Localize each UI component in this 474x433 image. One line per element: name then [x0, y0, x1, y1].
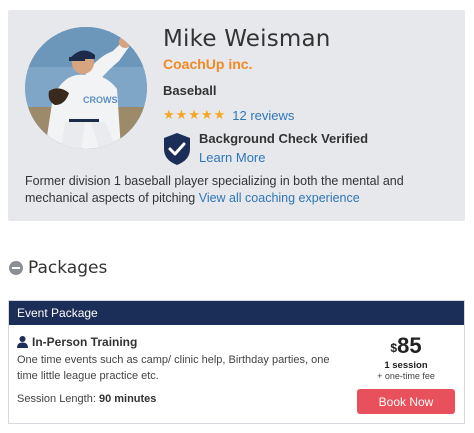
background-check-label: Background Check Verified	[199, 131, 369, 146]
book-now-button[interactable]: Book Now	[357, 389, 455, 414]
svg-text:CROWS: CROWS	[83, 95, 118, 105]
coach-name: Mike Weisman	[163, 26, 331, 52]
reviews-link[interactable]: 12 reviews	[232, 108, 294, 123]
person-icon	[17, 336, 28, 348]
package-card: Event Package In-Person Training One tim…	[8, 300, 465, 424]
star-rating-icon: ★★★★★	[163, 107, 227, 122]
view-experience-link[interactable]: View all coaching experience	[199, 191, 360, 205]
session-count: 1 session	[384, 360, 428, 371]
shield-check-icon	[164, 133, 190, 165]
rating: ★★★★★ 12 reviews	[163, 107, 294, 123]
session-length-value: 90 minutes	[98, 393, 157, 405]
currency-symbol: $	[390, 341, 398, 355]
package-type: Event Package	[9, 301, 464, 325]
session-length-label: Session Length:	[17, 393, 96, 405]
packages-toggle[interactable]: Packages	[9, 258, 107, 278]
price-block: $85 1 session + one-time fee	[366, 333, 446, 381]
one-time-fee: + one-time fee	[377, 371, 435, 381]
package-title: In-Person Training	[32, 335, 138, 349]
sport-label: Baseball	[163, 83, 217, 98]
price-value: 85	[397, 333, 422, 358]
package-price: $85	[366, 333, 446, 359]
coach-avatar: CROWS	[25, 27, 147, 149]
collapse-minus-icon[interactable]	[9, 261, 23, 275]
coach-profile-card: CROWS Mike Weisman CoachUp inc. Baseball…	[8, 10, 465, 221]
packages-heading: Packages	[28, 258, 108, 278]
learn-more-link[interactable]: Learn More	[199, 150, 265, 165]
session-length: Session Length: 90 minutes	[17, 393, 156, 405]
pitcher-photo: CROWS	[25, 27, 147, 149]
package-description: One time events such as camp/ clinic hel…	[17, 354, 330, 382]
company-name[interactable]: CoachUp inc.	[163, 56, 252, 72]
coach-bio: Former division 1 baseball player specia…	[25, 173, 445, 207]
package-title-row: In-Person Training	[17, 335, 137, 349]
